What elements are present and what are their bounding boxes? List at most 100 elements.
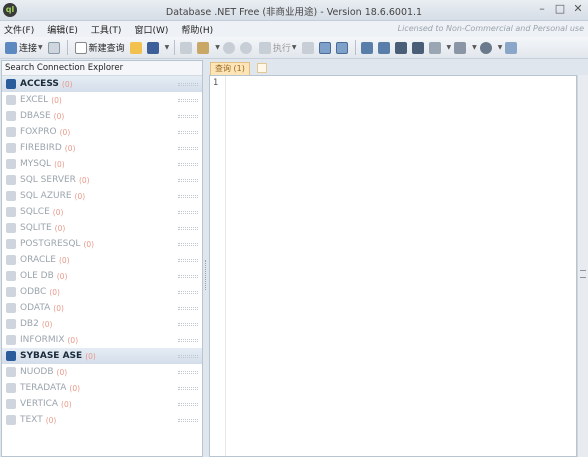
explorer-search-header[interactable]: Search Connection Explorer: [2, 61, 202, 76]
execute-label: 执行: [272, 44, 291, 54]
row-grip-icon: [178, 339, 198, 342]
connection-label: EXCEL: [20, 95, 49, 105]
table-icon[interactable]: [428, 41, 441, 54]
connection-item-firebird[interactable]: FIREBIRD (0): [2, 140, 202, 156]
export-icon[interactable]: [454, 41, 467, 54]
toolbar-divider: [66, 40, 68, 55]
connection-label: SQL AZURE: [20, 191, 72, 201]
export-dropdown-icon[interactable]: ▼: [472, 44, 477, 51]
connection-count: (0): [83, 239, 95, 249]
connection-item-excel[interactable]: EXCEL (0): [2, 92, 202, 108]
connection-label: ODBC: [20, 287, 47, 297]
grid-icon[interactable]: [318, 41, 331, 54]
row-grip-icon: [178, 131, 198, 134]
maximize-button[interactable]: □: [554, 3, 566, 15]
undo-icon[interactable]: [222, 41, 235, 54]
connection-item-sqlite[interactable]: SQLITE (0): [2, 220, 202, 236]
connection-item-postgresql[interactable]: POSTGRESQL (0): [2, 236, 202, 252]
connect-button[interactable]: 连接 ▼: [3, 39, 45, 57]
settings-dropdown-icon[interactable]: ▼: [498, 44, 503, 51]
toolbar-divider: [174, 40, 176, 55]
connection-count: (0): [51, 95, 62, 105]
connection-label: INFORMIX: [20, 335, 65, 345]
splitter-grip-icon: [205, 260, 207, 290]
check-icon[interactable]: [301, 41, 314, 54]
connection-explorer: Search Connection Explorer ACCESS (0) EXCE…: [1, 60, 203, 457]
close-button[interactable]: ✕: [572, 3, 584, 15]
connection-count: (0): [54, 159, 65, 169]
editor-scrollbar[interactable]: [577, 75, 588, 457]
connection-item-vertica[interactable]: VERTICA (0): [2, 396, 202, 412]
save-icon[interactable]: [146, 41, 159, 54]
sort-icon[interactable]: [377, 41, 390, 54]
connection-item-sqlserver[interactable]: SQL SERVER (0): [2, 172, 202, 188]
connection-item-informix[interactable]: INFORMIX (0): [2, 332, 202, 348]
connect-dropdown-icon[interactable]: ▼: [38, 44, 43, 51]
execute-button[interactable]: 执行 ▼: [257, 39, 299, 57]
connection-item-sqlce[interactable]: SQLCE (0): [2, 204, 202, 220]
list2-icon[interactable]: [411, 41, 424, 54]
settings-icon[interactable]: [479, 41, 492, 54]
menu-file[interactable]: 文件(F): [4, 23, 34, 36]
menu-tools[interactable]: 工具(T): [91, 23, 122, 36]
menu-bar: 文件(F) 编辑(E) 工具(T) 窗口(W) 帮助(H) Licensed t…: [0, 21, 588, 37]
redo-icon[interactable]: [239, 41, 252, 54]
connection-item-odbc[interactable]: ODBC (0): [2, 284, 202, 300]
connection-item-db2[interactable]: DB2 (0): [2, 316, 202, 332]
connection-item-oracle[interactable]: ORACLE (0): [2, 252, 202, 268]
connection-label: FOXPRO: [20, 127, 57, 137]
connection-label: ORACLE: [20, 255, 56, 265]
row-grip-icon: [178, 195, 198, 198]
open-folder-icon[interactable]: [129, 41, 142, 54]
postgresql-icon: [6, 239, 16, 249]
connection-item-teradata[interactable]: TERADATA (0): [2, 380, 202, 396]
scrollbar-thumb[interactable]: [580, 270, 586, 278]
tab-query-1[interactable]: 查询 (1): [210, 62, 250, 75]
connection-count: (0): [45, 415, 57, 425]
menu-edit[interactable]: 编辑(E): [47, 23, 78, 36]
row-grip-icon: [178, 307, 198, 310]
connection-item-odata[interactable]: ODATA (0): [2, 300, 202, 316]
connection-item-sybase[interactable]: SYBASE ASE (0): [2, 348, 202, 364]
paste-icon[interactable]: [197, 41, 210, 54]
connection-item-access[interactable]: ACCESS (0): [2, 76, 202, 92]
row-grip-icon: [178, 291, 198, 294]
menu-window[interactable]: 窗口(W): [134, 23, 168, 36]
query-editor[interactable]: 1: [209, 75, 577, 457]
row-grip-icon: [178, 179, 198, 182]
sqlce-icon: [6, 207, 16, 217]
connection-label: SQL SERVER: [20, 175, 76, 185]
menu-help[interactable]: 帮助(H): [181, 23, 213, 36]
list-icon[interactable]: [394, 41, 407, 54]
row-grip-icon: [178, 227, 198, 230]
connection-item-nuodb[interactable]: NUODB (0): [2, 364, 202, 380]
connection-item-foxpro[interactable]: FOXPRO (0): [2, 124, 202, 140]
connection-count: (0): [64, 143, 76, 153]
connection-item-dbase[interactable]: DBASE (0): [2, 108, 202, 124]
connection-item-text[interactable]: TEXT (0): [2, 412, 202, 428]
connection-count: (0): [41, 319, 53, 329]
connection-label: SYBASE ASE: [20, 351, 83, 361]
help-icon[interactable]: [505, 41, 518, 54]
new-tab-button[interactable]: [257, 63, 267, 73]
refresh-icon[interactable]: [47, 41, 60, 54]
connection-label: DB2: [20, 319, 39, 329]
odata-icon: [6, 303, 16, 313]
execute-dropdown-icon[interactable]: ▼: [292, 44, 297, 51]
new-query-button[interactable]: 新建查询: [73, 39, 127, 57]
connection-label: SQLCE: [20, 207, 50, 217]
connection-count: (0): [78, 175, 90, 185]
cut-icon[interactable]: [180, 41, 193, 54]
sqlazure-icon: [6, 191, 16, 201]
paste-dropdown-icon[interactable]: ▼: [215, 44, 220, 51]
connection-item-sqlazure[interactable]: SQL AZURE (0): [2, 188, 202, 204]
connection-label: POSTGRESQL: [20, 239, 81, 249]
connection-item-mysql[interactable]: MYSQL (0): [2, 156, 202, 172]
save-dropdown-icon[interactable]: ▼: [165, 44, 170, 51]
minimize-button[interactable]: –: [536, 3, 548, 15]
grid2-icon[interactable]: [335, 41, 348, 54]
align-icon[interactable]: [360, 41, 373, 54]
connection-label: SQLITE: [20, 223, 52, 233]
connection-item-oledb[interactable]: OLE DB (0): [2, 268, 202, 284]
table-dropdown-icon[interactable]: ▼: [447, 44, 452, 51]
